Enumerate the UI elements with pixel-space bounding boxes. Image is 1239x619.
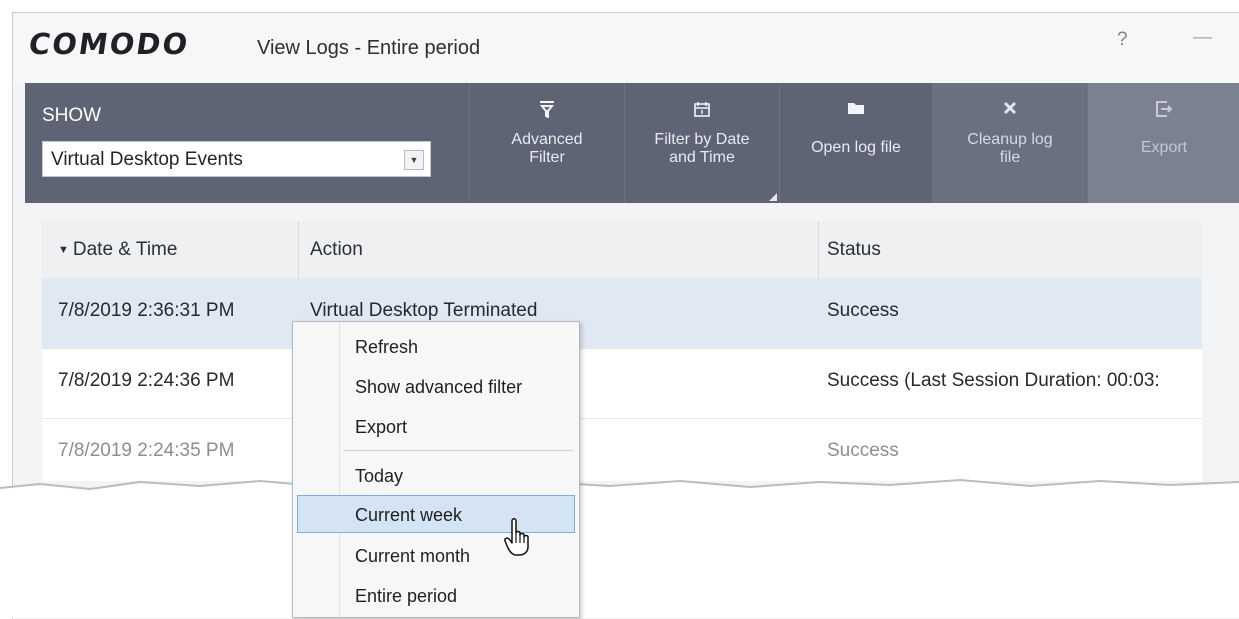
advanced-filter-label: Advanced Filter xyxy=(511,131,583,166)
log-table: ▼ Date & Time Action Status 7/8/2019 2:36… xyxy=(42,221,1202,489)
open-log-file-label: Open log file xyxy=(811,139,901,156)
column-header-status[interactable]: Status xyxy=(827,239,881,261)
row-action: Virtual Desktop Terminated xyxy=(310,300,538,321)
row-status: Success xyxy=(827,440,899,461)
open-log-file-button[interactable]: Open log file xyxy=(779,83,932,203)
table-row[interactable]: 7/8/2019 2:24:36 PM Success (Last Sessio… xyxy=(42,348,1202,419)
chevron-down-icon[interactable]: ▼ xyxy=(404,150,424,170)
menu-item-export[interactable]: Export xyxy=(293,407,579,445)
menu-item-entire-period[interactable]: Entire period xyxy=(293,576,579,614)
export-label: Export xyxy=(1140,139,1188,156)
toolbar: SHOW Virtual Desktop Events ▼ Advanced Fi… xyxy=(25,83,1239,203)
column-header-datetime[interactable]: ▼ Date & Time xyxy=(58,239,177,261)
torn-edge-effect xyxy=(0,478,1239,618)
sort-down-icon: ▼ xyxy=(58,244,69,256)
row-status: Success xyxy=(827,300,899,321)
menu-separator xyxy=(343,450,573,451)
x-icon xyxy=(933,100,1087,124)
export-button[interactable]: Export xyxy=(1087,83,1239,203)
row-datetime: 7/8/2019 2:36:31 PM xyxy=(58,300,235,321)
dropdown-corner-indicator xyxy=(769,193,777,201)
filter-by-date-label: Filter by Date and Time xyxy=(654,131,750,166)
show-panel: SHOW Virtual Desktop Events ▼ xyxy=(25,83,469,203)
table-row[interactable]: 7/8/2019 2:36:31 PM Virtual Desktop Term… xyxy=(42,278,1202,349)
cleanup-log-file-label: Cleanup log file xyxy=(967,131,1053,166)
comodo-logo: COMODO xyxy=(26,27,192,61)
row-datetime: 7/8/2019 2:24:36 PM xyxy=(58,370,235,391)
table-header: ▼ Date & Time Action Status xyxy=(42,221,1202,279)
column-header-action[interactable]: Action xyxy=(310,239,363,261)
menu-item-current-month[interactable]: Current month xyxy=(293,536,579,574)
folder-icon xyxy=(780,100,932,124)
filter-by-date-button[interactable]: Filter by Date and Time xyxy=(624,83,779,203)
advanced-filter-button[interactable]: Advanced Filter xyxy=(469,83,624,203)
help-button[interactable]: ? xyxy=(1117,29,1128,51)
menu-item-refresh[interactable]: Refresh xyxy=(293,327,579,365)
title-bar: COMODO View Logs - Entire period ? — xyxy=(13,13,1239,83)
menu-item-show-advanced-filter[interactable]: Show advanced filter xyxy=(293,367,579,405)
column-divider[interactable] xyxy=(298,221,299,278)
calendar-icon xyxy=(625,100,779,124)
row-status: Success (Last Session Duration: 00:03: xyxy=(827,370,1160,391)
cleanup-log-file-button[interactable]: Cleanup log file xyxy=(932,83,1087,203)
export-icon xyxy=(1088,100,1239,124)
dropdown-selected-value: Virtual Desktop Events xyxy=(51,149,243,170)
minimize-button[interactable]: — xyxy=(1193,27,1212,49)
funnel-icon xyxy=(470,100,624,124)
hand-cursor-icon xyxy=(504,518,529,556)
menu-item-today[interactable]: Today xyxy=(293,456,579,494)
show-label: SHOW xyxy=(42,105,102,126)
log-type-dropdown[interactable]: Virtual Desktop Events ▼ xyxy=(42,141,431,177)
row-datetime: 7/8/2019 2:24:35 PM xyxy=(58,440,235,461)
window-title: View Logs - Entire period xyxy=(257,37,481,59)
column-divider[interactable] xyxy=(818,221,819,278)
context-menu: Refresh Show advanced filter Export Toda… xyxy=(292,321,580,618)
